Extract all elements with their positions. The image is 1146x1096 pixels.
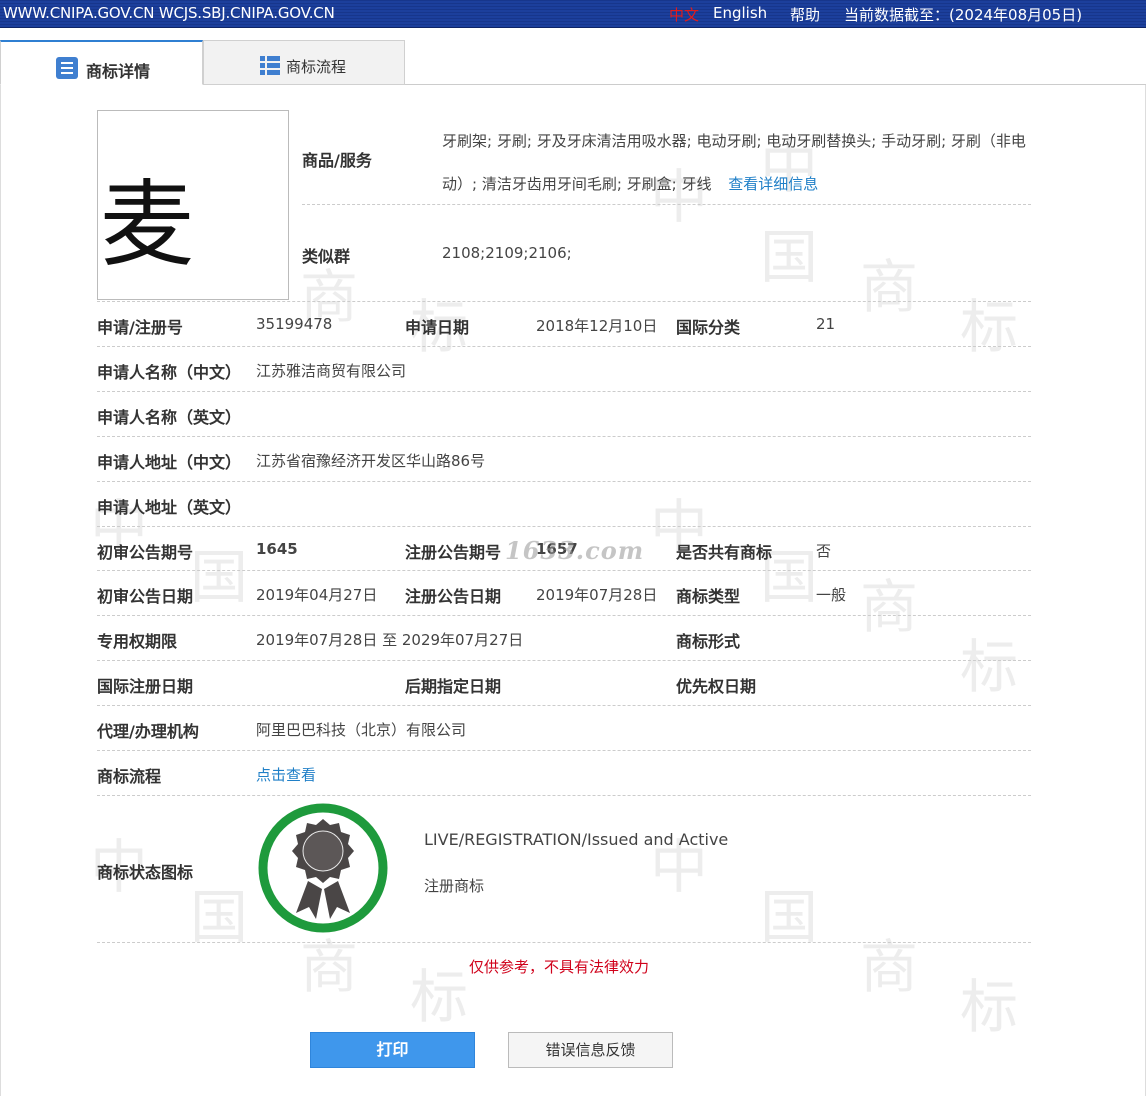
top-bar: WWW.CNIPA.GOV.CN WCJS.SBJ.CNIPA.GOV.CN 中… <box>0 0 1146 28</box>
trademark-logo-text: 麦白 <box>100 171 199 280</box>
prelim-issue-value: 1645 <box>256 540 298 558</box>
similar-group-label: 类似群 <box>302 247 351 266</box>
applicant-en-label: 申请人名称（英文） <box>97 408 242 427</box>
reg-no-label: 申请/注册号 <box>97 318 183 337</box>
divider <box>97 615 1031 616</box>
goods-value: 牙刷架; 牙刷; 牙及牙床清洁用吸水器; 电动牙刷; 电动牙刷替换头; 手动牙刷… <box>442 120 1037 206</box>
process-view-link[interactable]: 点击查看 <box>256 764 316 785</box>
language-chinese-link[interactable]: 中文 <box>669 4 699 25</box>
agent-label: 代理/办理机构 <box>97 722 199 741</box>
award-ribbon-icon <box>258 803 388 933</box>
address-cn-label: 申请人地址（中文） <box>97 453 242 472</box>
prelim-issue-label: 初审公告期号 <box>97 543 194 562</box>
divider <box>97 942 1031 943</box>
divider <box>97 795 1031 796</box>
shared-label: 是否共有商标 <box>676 543 773 562</box>
shared-value: 否 <box>816 542 832 560</box>
agent-value: 阿里巴巴科技（北京）有限公司 <box>256 721 467 739</box>
address-en-label: 申请人地址（英文） <box>97 498 242 517</box>
similar-group-value: 2108;2109;2106; <box>442 244 572 262</box>
divider <box>97 570 1031 571</box>
tab-label: 商标流程 <box>286 58 347 76</box>
tm-type-value: 一般 <box>816 586 847 604</box>
site-watermark: 1633.com <box>505 536 645 565</box>
divider <box>97 391 1031 392</box>
intl-class-label: 国际分类 <box>676 318 741 337</box>
status-chinese: 注册商标 <box>424 877 485 895</box>
later-date-label: 后期指定日期 <box>405 677 502 696</box>
divider <box>97 301 1031 302</box>
tab-trademark-process[interactable]: 商标流程 <box>203 40 405 85</box>
reg-no-value: 35199478 <box>256 315 333 333</box>
intl-class-value: 21 <box>816 315 836 333</box>
exclusive-period-value: 2019年07月28日 至 2029年07月27日 <box>256 631 524 649</box>
exclusive-period-label: 专用权期限 <box>97 632 178 651</box>
prelim-date-value: 2019年04月27日 <box>256 586 378 604</box>
status-english: LIVE/REGISTRATION/Issued and Active <box>424 830 729 849</box>
goods-label: 商品/服务 <box>302 151 372 170</box>
applicant-cn-label: 申请人名称（中文） <box>97 363 242 382</box>
print-button[interactable]: 打印 <box>310 1032 475 1068</box>
process-list-icon <box>260 56 280 75</box>
divider <box>97 346 1031 347</box>
divider <box>97 481 1031 482</box>
language-english-link[interactable]: English <box>713 4 767 22</box>
frame-border-left <box>0 85 1 1096</box>
divider <box>97 750 1031 751</box>
site-links[interactable]: WWW.CNIPA.GOV.CN WCJS.SBJ.CNIPA.GOV.CN <box>3 4 335 22</box>
tab-trademark-detail[interactable]: 商标详情 <box>0 40 203 85</box>
app-date-label: 申请日期 <box>405 318 470 337</box>
intl-reg-date-label: 国际注册日期 <box>97 677 194 696</box>
tab-label: 商标详情 <box>86 62 151 81</box>
reg-date-value: 2019年07月28日 <box>536 586 658 604</box>
status-label: 商标状态图标 <box>97 863 194 882</box>
feedback-button[interactable]: 错误信息反馈 <box>508 1032 673 1068</box>
divider <box>97 526 1031 527</box>
tm-form-label: 商标形式 <box>676 632 741 651</box>
trademark-image: 麦白 <box>97 110 289 300</box>
goods-detail-link[interactable]: 查看详细信息 <box>728 175 818 193</box>
divider <box>97 436 1031 437</box>
document-list-icon <box>56 57 78 79</box>
reg-issue-label: 注册公告期号 <box>405 543 502 562</box>
prelim-date-label: 初审公告日期 <box>97 587 194 606</box>
divider <box>97 705 1031 706</box>
applicant-cn-value: 江苏雅洁商贸有限公司 <box>256 362 407 380</box>
address-cn-value: 江苏省宿豫经济开发区华山路86号 <box>256 452 486 470</box>
priority-date-label: 优先权日期 <box>676 677 757 696</box>
divider <box>302 204 1031 205</box>
tm-type-label: 商标类型 <box>676 587 741 606</box>
reg-date-label: 注册公告日期 <box>405 587 502 606</box>
divider <box>97 660 1031 661</box>
process-label: 商标流程 <box>97 767 162 786</box>
data-cutoff-date: 当前数据截至：(2024年08月05日) <box>844 6 1083 24</box>
disclaimer: 仅供参考，不具有法律效力 <box>469 958 650 976</box>
help-link[interactable]: 帮助 <box>790 4 820 25</box>
app-date-value: 2018年12月10日 <box>536 317 658 335</box>
